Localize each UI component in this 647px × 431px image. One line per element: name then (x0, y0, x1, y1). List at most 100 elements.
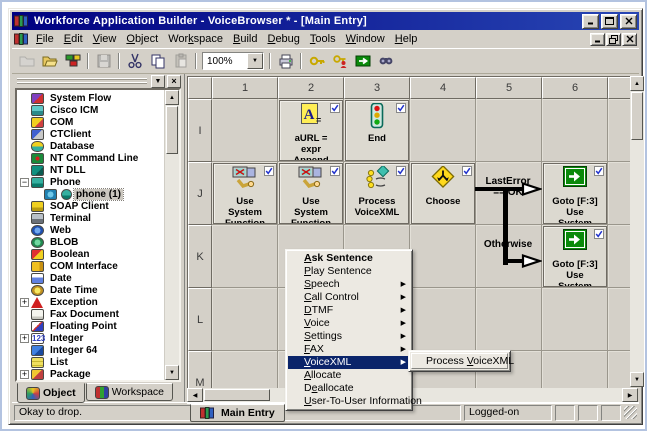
tree-item-blob[interactable]: BLOB (19, 236, 164, 248)
tree-item-floating-point[interactable]: Floating Point (19, 320, 164, 332)
enabled-checkbox[interactable] (264, 166, 274, 179)
flow-node-assign-I2[interactable]: A=aURL =exprAppend (279, 100, 343, 161)
print-button[interactable] (274, 52, 297, 71)
tree-item-soap-client[interactable]: SOAP Client (19, 200, 164, 212)
tree-item-list[interactable]: List (19, 356, 164, 368)
enabled-checkbox[interactable] (396, 166, 406, 179)
logged-on-button[interactable] (351, 52, 374, 71)
context-menu-item-ask-sentence[interactable]: Ask Sentence (288, 252, 410, 265)
maximize-button[interactable] (601, 14, 618, 29)
flow-node-usf-J2[interactable]: UseSystemFunction (279, 163, 343, 224)
enabled-checkbox[interactable] (330, 103, 340, 116)
menu-object[interactable]: Object (121, 32, 163, 46)
minimize-button[interactable] (590, 33, 605, 46)
context-menu-item-settings[interactable]: Settings▶ (288, 330, 410, 343)
menu-window[interactable]: Window (341, 32, 390, 46)
tree-item-integer[interactable]: +123Integer (19, 332, 164, 344)
flow-node-end-I3[interactable]: End (345, 100, 409, 161)
enabled-checkbox[interactable] (594, 229, 604, 242)
expand-icon[interactable]: + (20, 334, 29, 343)
context-menu-item-play-sentence[interactable]: Play Sentence (288, 265, 410, 278)
paste-button[interactable] (169, 52, 192, 71)
flow-node-pvxml-J3[interactable]: ProcessVoiceXML (345, 163, 409, 224)
minimize-button[interactable] (582, 14, 599, 29)
context-menu-item-allocate[interactable]: Allocate (288, 369, 410, 382)
key-button[interactable] (305, 52, 328, 71)
tree-item-phone-1-[interactable]: phone (1) (19, 188, 164, 200)
tree-item-system-flow[interactable]: System Flow (19, 92, 164, 104)
scroll-up-icon[interactable]: ▲ (165, 90, 179, 105)
tree-item-ctclient[interactable]: CTClient (19, 128, 164, 140)
scroll-left-icon[interactable]: ◀ (187, 388, 203, 402)
tree-item-date[interactable]: Date (19, 272, 164, 284)
tree-scroll-thumb[interactable] (166, 106, 178, 154)
dock-drag-grip-icon[interactable] (17, 78, 147, 85)
mdi-document-icon[interactable] (14, 33, 28, 45)
close-button[interactable] (620, 14, 637, 29)
context-menu-item-user-to-user-information[interactable]: User-To-User Information (288, 395, 410, 408)
login-button[interactable] (328, 52, 351, 71)
scroll-right-icon[interactable]: ▶ (622, 388, 638, 402)
cut-button[interactable] (123, 52, 146, 71)
flow-node-goto-K6[interactable]: Goto [F:3]UseSystem (543, 226, 607, 287)
new-button[interactable] (15, 52, 38, 71)
grid-hscroll-thumb[interactable] (204, 389, 270, 401)
context-menu-item-fax[interactable]: FAX▶ (288, 343, 410, 356)
menu-tools[interactable]: Tools (305, 32, 341, 46)
open-button[interactable] (38, 52, 61, 71)
context-menu-item-call-control[interactable]: Call Control▶ (288, 291, 410, 304)
tab-object[interactable]: Object (17, 383, 85, 403)
tree-item-date-time[interactable]: Date Time (19, 284, 164, 296)
find-button[interactable] (374, 52, 397, 71)
tree-item-nt-command-line[interactable]: NT Command Line (19, 152, 164, 164)
menu-workspace[interactable]: Workspace (163, 32, 228, 46)
enabled-checkbox[interactable] (594, 166, 604, 179)
context-menu-item-speech[interactable]: Speech▶ (288, 278, 410, 291)
menu-file[interactable]: File (31, 32, 59, 46)
tree-item-database[interactable]: Database (19, 140, 164, 152)
tree-item-exception[interactable]: +Exception (19, 296, 164, 308)
context-menu-item-voice[interactable]: Voice▶ (288, 317, 410, 330)
context-menu-item-voicexml[interactable]: VoiceXML▶ (288, 356, 410, 369)
tree-item-com-interface[interactable]: COM Interface (19, 260, 164, 272)
enabled-checkbox[interactable] (330, 166, 340, 179)
scroll-down-icon[interactable]: ▼ (165, 365, 179, 380)
tree-item-com[interactable]: COM (19, 116, 164, 128)
tree-item-web[interactable]: Web (19, 224, 164, 236)
restore-button[interactable] (606, 33, 621, 46)
zoom-combo[interactable]: 100%▼ (202, 52, 264, 70)
dock-close-button[interactable]: × (167, 75, 181, 88)
expand-icon[interactable]: + (20, 370, 29, 379)
tree-item-cisco-icm[interactable]: Cisco ICM (19, 104, 164, 116)
enabled-checkbox[interactable] (396, 103, 406, 116)
collapse-icon[interactable]: − (20, 178, 29, 187)
menu-help[interactable]: Help (390, 32, 423, 46)
zoom-dropdown-icon[interactable]: ▼ (247, 53, 263, 69)
tree-scrollbar[interactable]: ▲ ▼ (164, 90, 179, 380)
dock-header[interactable]: ▼ × (13, 75, 183, 87)
close-button[interactable] (622, 33, 637, 46)
scroll-down-icon[interactable]: ▼ (630, 372, 644, 387)
enabled-checkbox[interactable] (462, 166, 472, 179)
submenu-item-process-voicexml[interactable]: Process VoiceXML (411, 353, 508, 369)
flow-node-usf-J1[interactable]: UseSystemFunction (213, 163, 277, 224)
expand-icon[interactable]: + (20, 298, 29, 307)
tree-item-fax-document[interactable]: Fax Document (19, 308, 164, 320)
tree-item-integer-64[interactable]: Integer 64 (19, 344, 164, 356)
context-menu-item-deallocate[interactable]: Deallocate (288, 382, 410, 395)
copy-button[interactable] (146, 52, 169, 71)
tree-item-boolean[interactable]: Boolean (19, 248, 164, 260)
build-button[interactable] (61, 52, 84, 71)
tree-item-terminal[interactable]: Terminal (19, 212, 164, 224)
menu-view[interactable]: View (88, 32, 122, 46)
tab-workspace[interactable]: Workspace (86, 383, 173, 401)
grid-vscroll-thumb[interactable] (631, 92, 643, 140)
tree-item-nt-dll[interactable]: NT DLL (19, 164, 164, 176)
tab-main-entry[interactable]: Main Entry (190, 404, 285, 422)
flow-node-goto-J6[interactable]: Goto [F:3]UseSystem (543, 163, 607, 224)
context-menu-item-dtmf[interactable]: DTMF▶ (288, 304, 410, 317)
scroll-up-icon[interactable]: ▲ (630, 76, 644, 91)
menu-debug[interactable]: Debug (262, 32, 304, 46)
menu-build[interactable]: Build (228, 32, 262, 46)
dock-collapse-button[interactable]: ▼ (151, 75, 165, 88)
